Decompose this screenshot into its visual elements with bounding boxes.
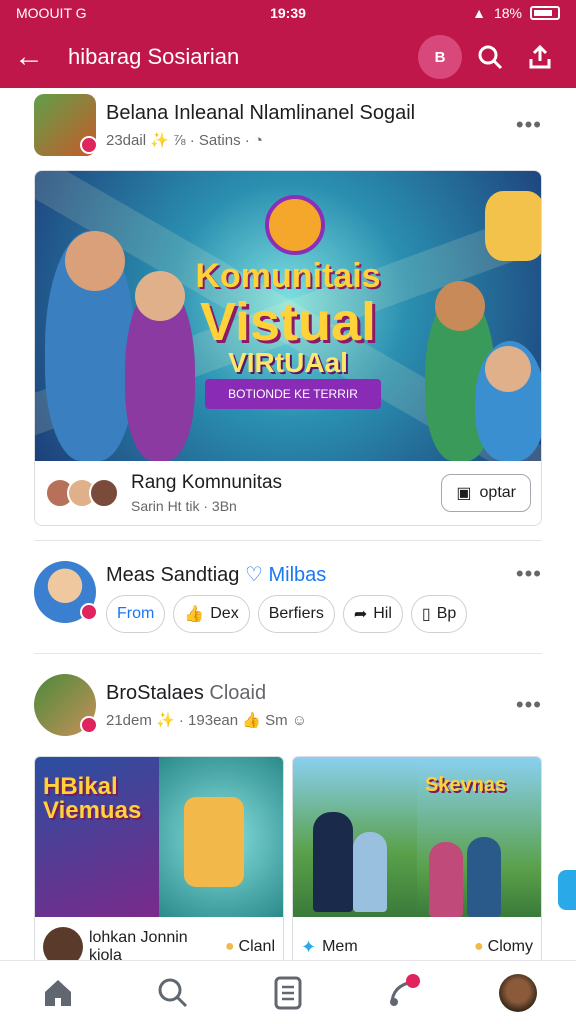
music-notification-icon[interactable] <box>378 968 428 1018</box>
battery-percent: 18% <box>493 5 522 21</box>
signal-icon: ▲ <box>472 5 486 21</box>
post-header: Belana Inleanal Nlamlinanel Sogail 23dai… <box>0 88 576 162</box>
app-bar: ← hibarag Sosiarian B <box>0 26 576 88</box>
media-tile[interactable]: Skevnas ✦ Mem ● Clomy <box>292 756 542 960</box>
banner-ribbon: BOTIONDE KE TERRIR <box>205 379 381 409</box>
post-meta: 23dail ✨ ⅞ · Satins · ◔ <box>106 131 263 149</box>
carrier-label: MOOUIT G <box>16 5 87 21</box>
reaction-chip[interactable]: ● Clomy <box>474 938 533 956</box>
media-tile[interactable]: HBikal Viemuas lohkan Jonnin kiola ● Clan… <box>34 756 284 960</box>
smile-icon: ☺ <box>291 711 308 729</box>
home-icon[interactable] <box>33 968 83 1018</box>
option-button[interactable]: ▣ optar <box>441 474 531 512</box>
post-meta: 21dem ✨ · 193ean 👍 Sm ☺ <box>106 711 308 729</box>
community-name[interactable]: Rang Komnunitas <box>131 472 441 494</box>
community-banner-image: Komunitais Vistual VIRtUAal BOTIONDE KE … <box>35 171 541 461</box>
community-meta: Sarin Ht tik · 3Bn <box>131 498 237 514</box>
member-avatars <box>45 478 119 508</box>
banner-title-line3: VIRtUAal <box>228 347 348 378</box>
profile-avatar[interactable] <box>493 968 543 1018</box>
more-options-icon[interactable]: ••• <box>516 692 542 718</box>
from-button[interactable]: From <box>106 595 166 633</box>
back-arrow-icon[interactable]: ← <box>14 40 54 74</box>
divider <box>34 653 542 654</box>
search-icon[interactable] <box>468 35 512 79</box>
page-title: hibarag Sosiarian <box>68 44 240 69</box>
like-button[interactable]: 👍 Dex <box>173 595 250 633</box>
followers-button[interactable]: Berfiers <box>257 595 335 633</box>
feed[interactable]: Belana Inleanal Nlamlinanel Sogail 23dai… <box>0 88 576 960</box>
tile-image: Skevnas <box>293 757 541 917</box>
creator-avatar[interactable] <box>43 927 83 960</box>
post-card[interactable]: Komunitais Vistual VIRtUAal BOTIONDE KE … <box>34 170 542 526</box>
more-options-icon[interactable]: ••• <box>516 561 542 587</box>
post-author-name[interactable]: Meas Sandtiag <box>106 564 239 586</box>
emoji-icon: ● <box>224 938 235 955</box>
tile-title[interactable]: Mem <box>322 938 358 956</box>
notification-badge <box>80 136 98 154</box>
group-avatar[interactable] <box>34 674 98 736</box>
mention-tag[interactable]: ♡ Milbas <box>245 564 326 586</box>
tile-footer: ✦ Mem ● Clomy <box>293 917 541 960</box>
action-row: From 👍 Dex Berfiers ➦ Hil ▯ Bp <box>106 595 542 633</box>
reaction-chip[interactable]: ● Clanl <box>225 938 275 956</box>
tile-footer: lohkan Jonnin kiola ● Clanl <box>35 917 283 960</box>
banner-title-line2: Vistual <box>199 292 377 352</box>
user-avatar[interactable] <box>34 561 98 623</box>
clock: 19:39 <box>270 5 306 21</box>
battery-icon <box>530 6 560 20</box>
bottom-navigation <box>0 960 576 1024</box>
chat-icon: ✦ <box>301 936 317 957</box>
tile-caption: Skevnas <box>425 774 507 796</box>
floating-edge-handle[interactable] <box>558 870 576 910</box>
save-button[interactable]: ▯ Bp <box>410 595 468 633</box>
post-author-name[interactable]: Belana Inleanal Nlamlinanel Sogail <box>106 102 516 125</box>
robot-mascot-icon <box>184 797 244 887</box>
notification-badge <box>80 603 98 621</box>
upload-icon[interactable] <box>518 35 562 79</box>
profile-shortcut-button[interactable]: B <box>418 35 462 79</box>
tile-title[interactable]: lohkan Jonnin kiola <box>89 929 225 960</box>
open-icon: ▣ <box>456 485 472 502</box>
card-footer: Rang Komnunitas Sarin Ht tik · 3Bn ▣ opt… <box>35 461 541 525</box>
emoji-icon: ● <box>473 938 484 955</box>
status-icons: ▲ 18% <box>472 5 560 21</box>
tile-caption: HBikal Viemuas <box>43 773 142 824</box>
notification-dot <box>406 973 421 988</box>
group-avatar[interactable] <box>34 94 98 156</box>
status-bar: MOOUIT G 19:39 ▲ 18% <box>0 0 576 26</box>
post-header: Meas Sandtiag ♡ Milbas ••• From 👍 Dex Ber… <box>0 555 576 639</box>
more-options-icon[interactable]: ••• <box>516 112 542 138</box>
globe-icon: ◔ <box>253 131 263 149</box>
mascot-icon <box>265 195 325 255</box>
share-button[interactable]: ➦ Hil <box>342 595 403 633</box>
post-author-name[interactable]: BroStalaes Cloaid <box>106 682 516 705</box>
pages-icon[interactable] <box>263 968 313 1018</box>
share-icon: ➦ <box>353 606 368 623</box>
post-header: BroStalaes Cloaid 21dem ✨ · 193ean 👍 Sm … <box>0 668 576 742</box>
media-grid: HBikal Viemuas lohkan Jonnin kiola ● Clan… <box>34 756 542 960</box>
tile-image: HBikal Viemuas <box>35 757 283 917</box>
notification-badge <box>80 716 98 734</box>
search-nav-icon[interactable] <box>148 968 198 1018</box>
thumbs-up-icon: 👍 <box>184 606 205 623</box>
divider <box>34 540 542 541</box>
bookmark-icon: ▯ <box>421 606 431 623</box>
heart-icon: ♡ <box>244 563 263 586</box>
